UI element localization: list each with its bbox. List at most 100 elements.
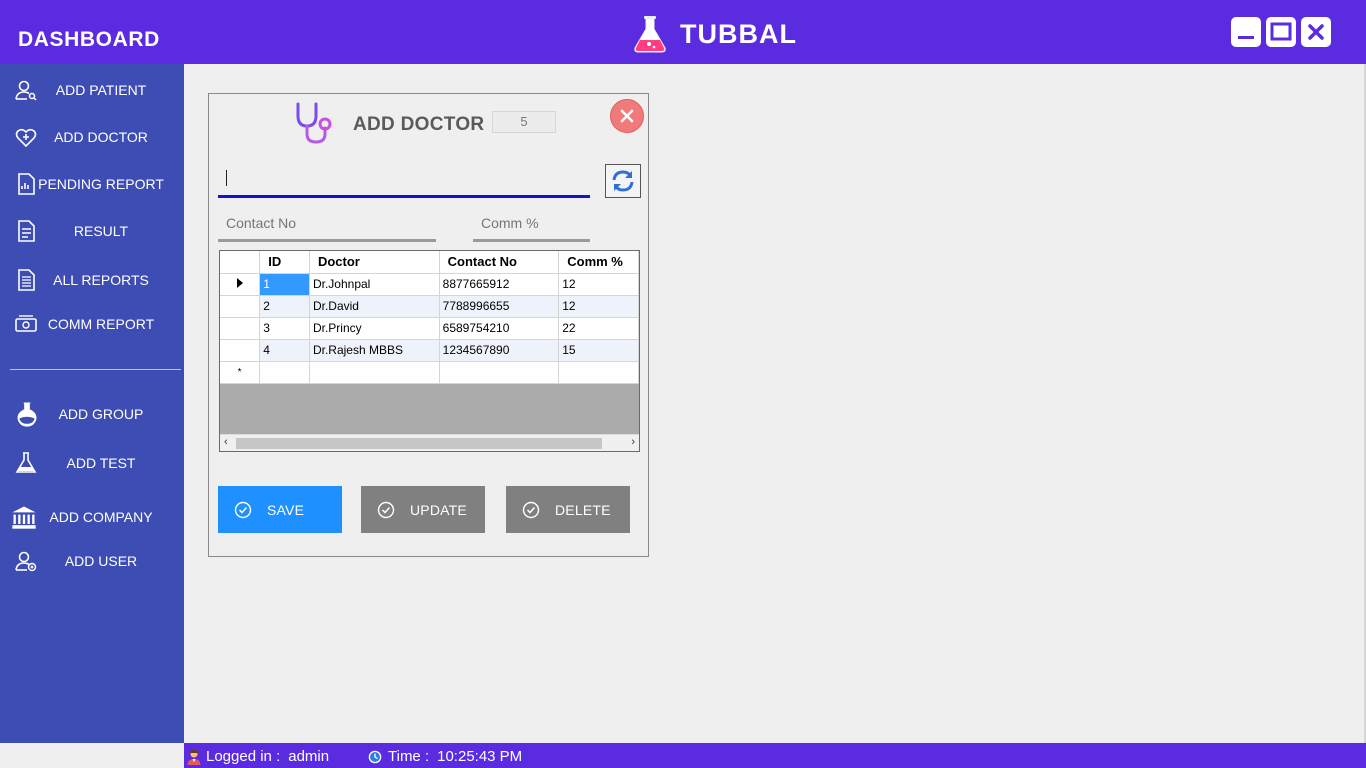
logged-in-user: admin — [288, 748, 330, 765]
minimize-icon — [1238, 36, 1254, 39]
doctor-id-field: 5 — [492, 111, 556, 133]
sidebar-item-add-test[interactable]: ADD TEST — [0, 446, 184, 480]
doctor-grid[interactable]: ID Doctor Contact No Comm % 1 Dr.Johnpal… — [219, 250, 640, 452]
table-cell[interactable]: Dr.Princy — [309, 317, 440, 340]
brand-name: TUBBAL — [680, 18, 797, 49]
sidebar-item-add-user[interactable]: ADD USER — [0, 544, 184, 578]
dashboard-title: DASHBOARD — [18, 28, 160, 51]
table-cell[interactable]: 8877665912 — [439, 273, 560, 296]
table-row[interactable]: 4 Dr.Rajesh MBBS 1234567890 15 — [220, 339, 639, 362]
table-cell[interactable]: 7788996655 — [439, 295, 560, 318]
brand: TUBBAL — [630, 14, 797, 54]
sidebar-item-add-group[interactable]: ADD GROUP — [0, 397, 184, 431]
table-cell[interactable]: 15 — [558, 339, 639, 362]
title-bar: DASHBOARD TUBBAL — [0, 0, 1366, 64]
comm-percent-input[interactable] — [473, 208, 590, 238]
column-header-comm[interactable]: Comm % — [558, 251, 639, 274]
table-cell[interactable] — [558, 361, 639, 384]
table-row[interactable]: 3 Dr.Princy 6589754210 22 — [220, 317, 639, 340]
delete-button[interactable]: DELETE — [506, 486, 630, 533]
table-cell[interactable]: 3 — [259, 317, 310, 340]
sidebar-item-label: ADD TEST — [66, 455, 136, 471]
sidebar-item-all-reports[interactable]: ALL REPORTS — [0, 263, 184, 297]
update-button[interactable]: UPDATE — [361, 486, 485, 533]
close-icon — [1308, 24, 1324, 40]
sidebar-item-label: ADD DOCTOR — [54, 129, 148, 145]
sidebar-item-add-doctor[interactable]: ADD DOCTOR — [0, 120, 184, 154]
contact-no-input[interactable] — [218, 208, 436, 238]
sidebar-item-label: ADD COMPANY — [49, 509, 153, 525]
user-avatar-icon — [187, 749, 201, 765]
maximize-icon — [1270, 22, 1292, 41]
sidebar-item-pending-report[interactable]: PENDING REPORT — [0, 167, 184, 201]
current-row-indicator — [220, 273, 261, 296]
save-button-label: SAVE — [267, 502, 305, 518]
maximize-button[interactable] — [1266, 17, 1296, 47]
sidebar-item-result[interactable]: RESULT — [0, 214, 184, 248]
sidebar-item-label: ADD USER — [64, 553, 138, 569]
refresh-icon — [612, 170, 634, 192]
clock-icon — [368, 750, 382, 763]
table-row[interactable]: 1 Dr.Johnpal 8877665912 12 — [220, 273, 639, 296]
table-cell[interactable]: 12 — [558, 273, 639, 296]
sidebar-item-label: PENDING REPORT — [38, 176, 164, 192]
check-circle-icon — [377, 501, 395, 519]
sidebar-item-label: ADD PATIENT — [55, 82, 147, 98]
row-header[interactable] — [220, 295, 261, 318]
sidebar-item-label: COMM REPORT — [47, 316, 155, 332]
sidebar-item-label: RESULT — [73, 223, 129, 239]
status-bar: Logged in : admin Time : 10:25:43 PM — [184, 743, 1366, 768]
table-cell[interactable] — [439, 361, 560, 384]
dialog-title: ADD DOCTOR — [353, 114, 485, 135]
comm-field — [473, 208, 590, 242]
dialog-close-button[interactable] — [610, 99, 644, 133]
close-window-button[interactable] — [1301, 17, 1331, 47]
sidebar-item-add-company[interactable]: ADD COMPANY — [0, 500, 184, 534]
update-button-label: UPDATE — [410, 502, 467, 518]
time-label: Time : — [388, 748, 430, 765]
row-header-corner — [220, 251, 261, 274]
scroll-left-icon[interactable]: ‹ — [224, 436, 228, 448]
logged-in-label: Logged in : — [206, 748, 281, 765]
contact-field — [218, 208, 436, 242]
table-row[interactable]: 2 Dr.David 7788996655 12 — [220, 295, 639, 318]
table-cell[interactable]: 12 — [558, 295, 639, 318]
new-row-marker: * — [220, 361, 261, 384]
refresh-button[interactable] — [605, 164, 641, 198]
table-cell[interactable]: 2 — [259, 295, 310, 318]
sidebar: ADD PATIENT ADD DOCTOR PENDING REPORT RE… — [0, 64, 184, 743]
horizontal-scrollbar[interactable]: ‹ › — [220, 434, 639, 451]
doctor-table: ID Doctor Contact No Comm % 1 Dr.Johnpal… — [220, 251, 639, 384]
table-cell[interactable] — [309, 361, 440, 384]
sidebar-item-label: ADD GROUP — [58, 406, 144, 422]
table-cell[interactable]: 22 — [558, 317, 639, 340]
sidebar-divider — [10, 369, 181, 370]
doctor-name-input[interactable] — [218, 164, 590, 198]
check-circle-icon — [234, 501, 252, 519]
sidebar-item-comm-report[interactable]: COMM REPORT — [0, 307, 184, 341]
table-cell[interactable]: Dr.David — [309, 295, 440, 318]
flask-logo-icon — [634, 16, 666, 53]
table-cell[interactable]: Dr.Johnpal — [309, 273, 440, 296]
save-button[interactable]: SAVE — [218, 486, 342, 533]
table-cell[interactable]: 4 — [259, 339, 310, 362]
text-caret — [226, 170, 227, 186]
column-header-id[interactable]: ID — [259, 251, 310, 274]
minimize-button[interactable] — [1231, 17, 1261, 47]
scroll-right-icon[interactable]: › — [631, 436, 635, 448]
table-cell[interactable]: 6589754210 — [439, 317, 560, 340]
sidebar-item-add-patient[interactable]: ADD PATIENT — [0, 73, 184, 107]
table-cell[interactable]: 1234567890 — [439, 339, 560, 362]
stethoscope-icon — [296, 102, 332, 144]
table-header-row: ID Doctor Contact No Comm % — [220, 251, 639, 274]
check-circle-icon — [522, 501, 540, 519]
scrollbar-thumb[interactable] — [236, 438, 602, 449]
column-header-contact[interactable]: Contact No — [439, 251, 560, 274]
table-cell[interactable]: Dr.Rajesh MBBS — [309, 339, 440, 362]
row-header[interactable] — [220, 317, 261, 340]
column-header-doctor[interactable]: Doctor — [309, 251, 440, 274]
table-cell[interactable]: 1 — [259, 273, 310, 296]
new-row[interactable]: * — [220, 361, 639, 384]
row-header[interactable] — [220, 339, 261, 362]
table-cell[interactable] — [259, 361, 310, 384]
